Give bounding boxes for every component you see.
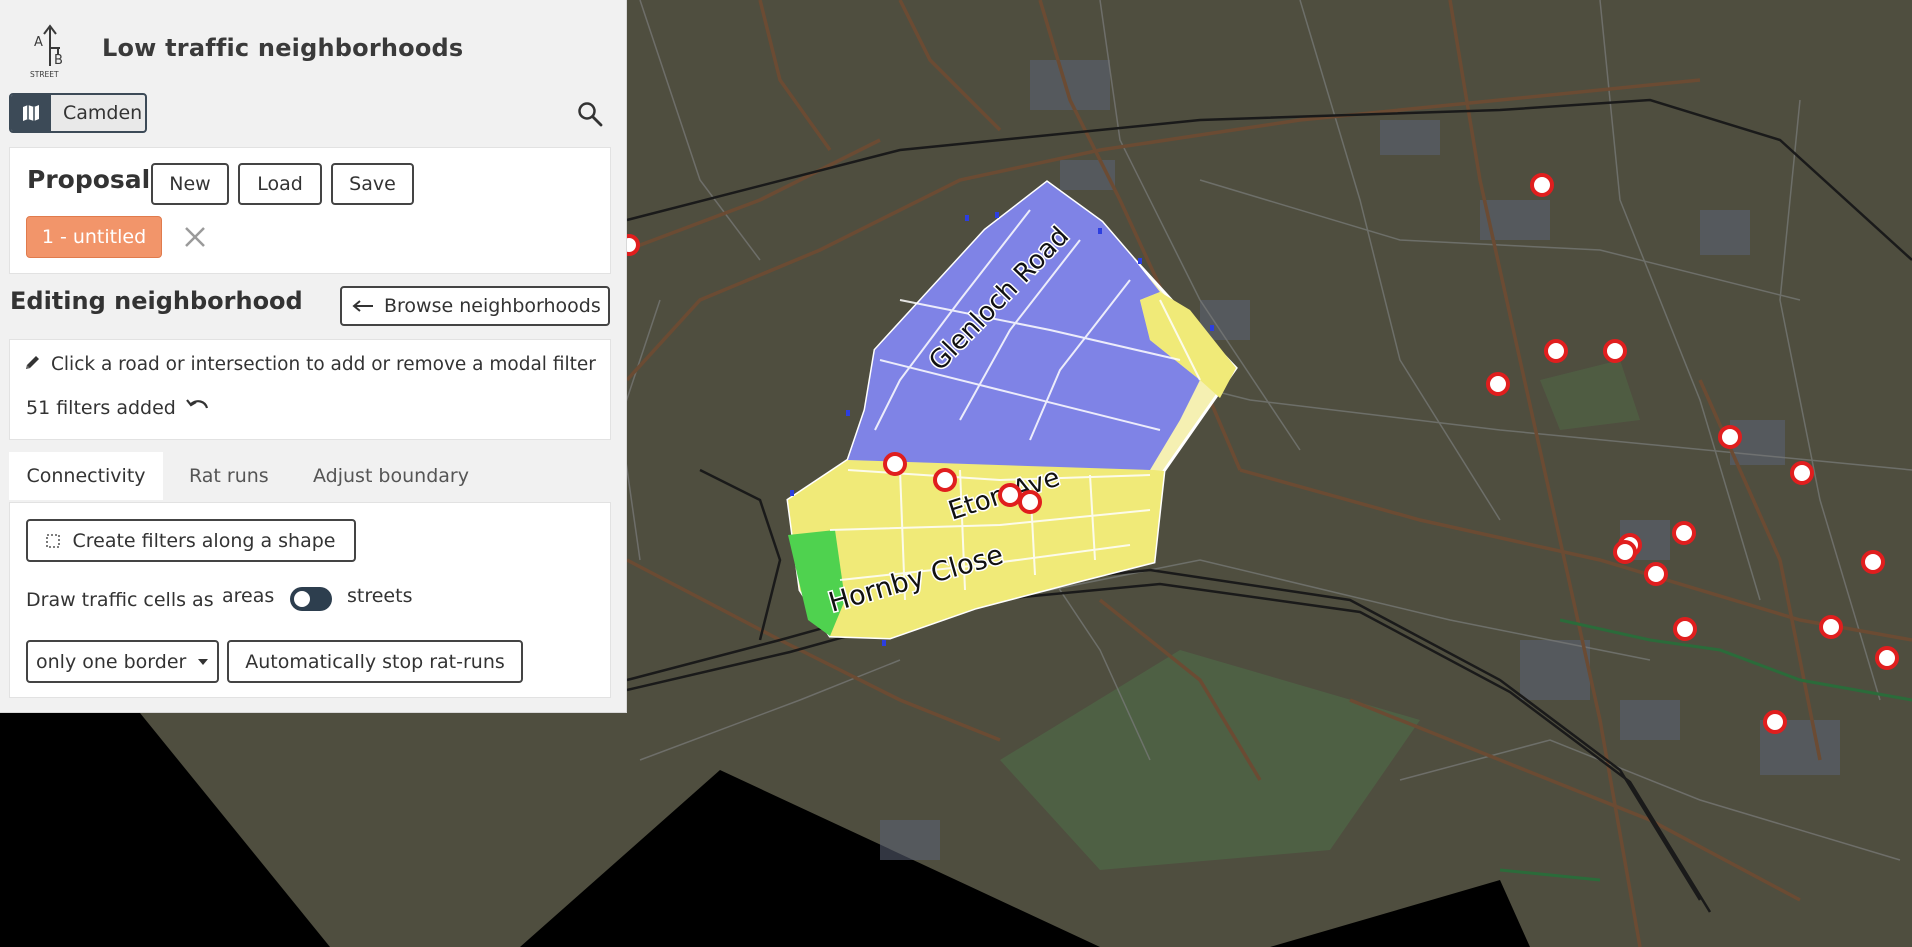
filter-marker (1613, 540, 1637, 564)
filter-marker (933, 468, 957, 492)
region-button[interactable]: Camden (9, 93, 147, 133)
undo-icon[interactable] (185, 396, 211, 418)
filters-added-count: 51 filters added (26, 397, 176, 419)
logo-b: B (54, 53, 63, 68)
filter-marker (1644, 562, 1668, 586)
draw-cells-label: Draw traffic cells as (26, 589, 214, 611)
filter-marker (883, 452, 907, 476)
side-panel: A B STREET Low traffic neighborhoods Cam… (0, 0, 627, 713)
create-filters-label: Create filters along a shape (72, 529, 336, 552)
chevron-down-icon (198, 659, 208, 665)
editing-title: Editing neighborhood (10, 287, 303, 315)
logo-a: A (34, 35, 43, 50)
tab-adjust-boundary[interactable]: Adjust boundary (313, 452, 469, 500)
border-select-value: only one border (36, 650, 187, 673)
browse-neighborhoods-label: Browse neighborhoods (384, 295, 601, 317)
toggle-knob (294, 591, 310, 607)
filter-marker (1673, 617, 1697, 641)
arrow-left-icon (352, 300, 373, 312)
proposals-card: Proposals New Load Save 1 - untitled (9, 147, 611, 274)
select-area-icon (46, 533, 61, 548)
mode-tabs: Connectivity Rat runs Adjust boundary (9, 452, 611, 500)
filter-marker (1875, 646, 1899, 670)
load-proposal-button[interactable]: Load (238, 163, 322, 205)
filter-marker (1018, 490, 1042, 514)
filter-marker (1861, 550, 1885, 574)
filter-marker (1790, 461, 1814, 485)
search-icon[interactable] (576, 100, 604, 128)
save-proposal-button[interactable]: Save (331, 163, 414, 205)
filter-marker (1486, 372, 1510, 396)
filter-marker (998, 483, 1022, 507)
border-select[interactable]: only one border (26, 640, 219, 683)
proposals-title: Proposals (27, 165, 166, 194)
pencil-icon (26, 356, 39, 369)
create-filters-shape-button[interactable]: Create filters along a shape (26, 519, 356, 562)
edit-info-card: Click a road or intersection to add or r… (9, 339, 611, 440)
abstreet-logo: A B STREET (30, 24, 63, 78)
cells-mode-toggle[interactable] (290, 587, 332, 611)
streets-label: streets (347, 585, 413, 607)
tab-rat-runs[interactable]: Rat runs (189, 452, 269, 500)
new-proposal-button[interactable]: New (151, 163, 229, 205)
filter-marker (1530, 173, 1554, 197)
connectivity-card: Create filters along a shape Draw traffi… (9, 502, 611, 698)
filter-marker (1718, 425, 1742, 449)
region-label: Camden (63, 102, 143, 124)
map-icon (11, 95, 51, 131)
areas-label: areas (222, 585, 275, 607)
stop-ratruns-button[interactable]: Automatically stop rat-runs (227, 640, 523, 683)
filter-marker (1763, 710, 1787, 734)
filter-marker (1819, 615, 1843, 639)
current-proposal-chip[interactable]: 1 - untitled (26, 216, 162, 258)
tab-connectivity[interactable]: Connectivity (9, 452, 163, 500)
edit-hint: Click a road or intersection to add or r… (51, 354, 596, 375)
app-title: Low traffic neighborhoods (102, 34, 464, 62)
browse-neighborhoods-button[interactable]: Browse neighborhoods (340, 286, 610, 326)
filter-marker (1603, 339, 1627, 363)
close-icon[interactable] (180, 222, 210, 252)
filter-marker (1544, 339, 1568, 363)
filter-marker (1672, 521, 1696, 545)
logo-street: STREET (30, 70, 59, 78)
